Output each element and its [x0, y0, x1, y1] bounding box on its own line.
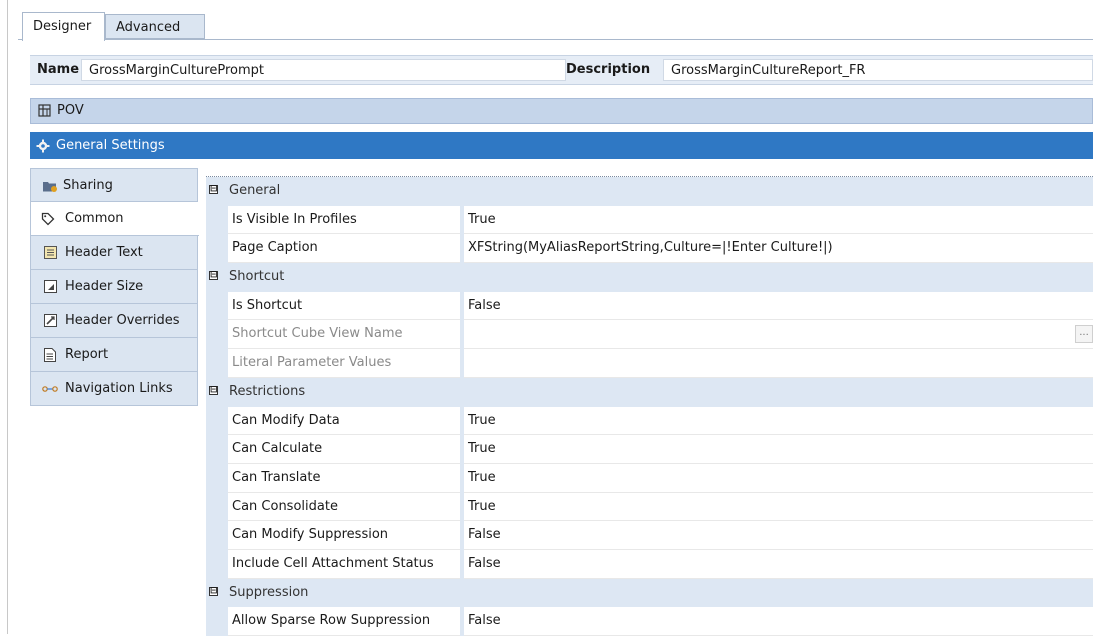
category-label: Shortcut — [229, 269, 285, 285]
property-row-is-visible-in-profiles[interactable]: Is Visible In Profiles True — [206, 205, 1093, 235]
description-label: Description — [566, 62, 651, 77]
property-value[interactable]: False — [464, 607, 1093, 636]
property-value[interactable]: True — [464, 464, 1093, 493]
property-row-allow-sparse-row-suppression[interactable]: Allow Sparse Row Suppression False — [206, 607, 1093, 636]
nav-item-report[interactable]: Report — [30, 338, 198, 372]
property-value[interactable] — [464, 320, 1093, 350]
tab-advanced[interactable]: Advanced — [105, 14, 205, 39]
property-value[interactable]: XFString(MyAliasReportString,Culture=|!E… — [464, 234, 1093, 264]
property-row-can-modify-data[interactable]: Can Modify Data True — [206, 406, 1093, 436]
nav-item-header-text[interactable]: Header Text — [30, 236, 198, 270]
nav-label-header-size: Header Size — [65, 279, 144, 294]
property-value[interactable]: True — [464, 407, 1093, 436]
description-field[interactable]: GrossMarginCultureReport_FR — [663, 59, 1093, 81]
property-name: Page Caption — [228, 234, 460, 264]
pov-grid-icon — [36, 99, 52, 123]
collapse-icon[interactable]: ⊟ — [209, 385, 218, 395]
header-overrides-icon — [41, 304, 59, 337]
property-row-include-cell-attachment-status[interactable]: Include Cell Attachment Status False — [206, 549, 1093, 579]
general-settings-label: General Settings — [56, 138, 165, 153]
window-left-border — [7, 0, 8, 634]
property-row-can-calculate[interactable]: Can Calculate True — [206, 435, 1093, 464]
tab-strip-divider — [18, 39, 1093, 40]
navigation-links-icon — [41, 372, 59, 405]
category-restrictions[interactable]: ⊟ Restrictions — [206, 377, 1093, 407]
header-size-icon — [41, 270, 59, 303]
property-row-can-consolidate[interactable]: Can Consolidate True — [206, 492, 1093, 522]
gear-icon — [35, 132, 51, 159]
property-value[interactable]: False — [464, 292, 1093, 321]
property-row-shortcut-cube-view-name[interactable]: Shortcut Cube View Name ... — [206, 320, 1093, 350]
property-value[interactable]: True — [464, 206, 1093, 235]
report-icon — [41, 338, 59, 371]
pov-section-header[interactable]: POV — [30, 98, 1093, 124]
property-value[interactable]: True — [464, 493, 1093, 522]
property-name: Is Visible In Profiles — [228, 206, 460, 235]
property-value[interactable] — [464, 349, 1093, 378]
tag-icon — [39, 202, 57, 235]
property-name: Can Modify Suppression — [228, 521, 460, 550]
nav-item-sharing[interactable]: Sharing — [30, 168, 198, 202]
property-name: Shortcut Cube View Name — [228, 320, 460, 350]
category-shortcut[interactable]: ⊟ Shortcut — [206, 263, 1093, 292]
property-row-literal-parameter-values[interactable]: Literal Parameter Values — [206, 349, 1093, 378]
property-name: Is Shortcut — [228, 292, 460, 321]
settings-nav: Sharing Common Header Text Header Size H… — [30, 168, 199, 406]
property-name: Allow Sparse Row Suppression — [228, 607, 460, 636]
property-value[interactable]: False — [464, 550, 1093, 579]
nav-label-header-overrides: Header Overrides — [65, 313, 180, 328]
collapse-icon[interactable]: ⊟ — [209, 586, 218, 596]
category-label: Restrictions — [229, 383, 306, 399]
sharing-folder-icon — [41, 169, 59, 202]
category-suppression[interactable]: ⊟ Suppression — [206, 578, 1093, 608]
nav-label-sharing: Sharing — [63, 178, 113, 193]
nav-label-report: Report — [65, 347, 109, 362]
property-value[interactable]: False — [464, 521, 1093, 550]
nav-item-header-overrides[interactable]: Header Overrides — [30, 304, 198, 338]
category-label: General — [229, 183, 281, 198]
property-grid: ⊟ General Is Visible In Profiles True Pa… — [206, 176, 1093, 636]
property-row-can-modify-suppression[interactable]: Can Modify Suppression False — [206, 521, 1093, 550]
ellipsis-button[interactable]: ... — [1075, 325, 1093, 344]
property-name: Can Calculate — [228, 435, 460, 464]
pov-label: POV — [57, 103, 84, 118]
general-settings-header[interactable]: General Settings — [30, 132, 1093, 159]
name-field[interactable]: GrossMarginCulturePrompt — [81, 59, 566, 81]
nav-item-common[interactable]: Common — [30, 202, 199, 236]
category-label: Suppression — [229, 584, 309, 600]
nav-label-common: Common — [65, 211, 124, 226]
nav-item-header-size[interactable]: Header Size — [30, 270, 198, 304]
property-name: Can Modify Data — [228, 407, 460, 436]
tab-designer[interactable]: Designer — [22, 12, 105, 41]
nav-label-navigation-links: Navigation Links — [65, 381, 173, 396]
property-value[interactable]: True — [464, 435, 1093, 464]
property-name: Include Cell Attachment Status — [228, 550, 460, 579]
property-name: Literal Parameter Values — [228, 349, 460, 378]
nav-label-header-text: Header Text — [65, 245, 143, 260]
name-label: Name — [37, 62, 80, 77]
header-text-icon — [41, 236, 59, 269]
collapse-icon[interactable]: ⊟ — [209, 271, 218, 281]
property-name: Can Translate — [228, 464, 460, 493]
property-name: Can Consolidate — [228, 493, 460, 522]
property-row-page-caption[interactable]: Page Caption XFString(MyAliasReportStrin… — [206, 234, 1093, 264]
nav-item-navigation-links[interactable]: Navigation Links — [30, 372, 198, 406]
property-row-can-translate[interactable]: Can Translate True — [206, 463, 1093, 493]
property-row-is-shortcut[interactable]: Is Shortcut False — [206, 291, 1093, 321]
category-general[interactable]: ⊟ General — [206, 177, 1093, 206]
collapse-icon[interactable]: ⊟ — [209, 185, 218, 194]
name-description-bar: Name GrossMarginCulturePrompt Descriptio… — [30, 55, 1093, 85]
